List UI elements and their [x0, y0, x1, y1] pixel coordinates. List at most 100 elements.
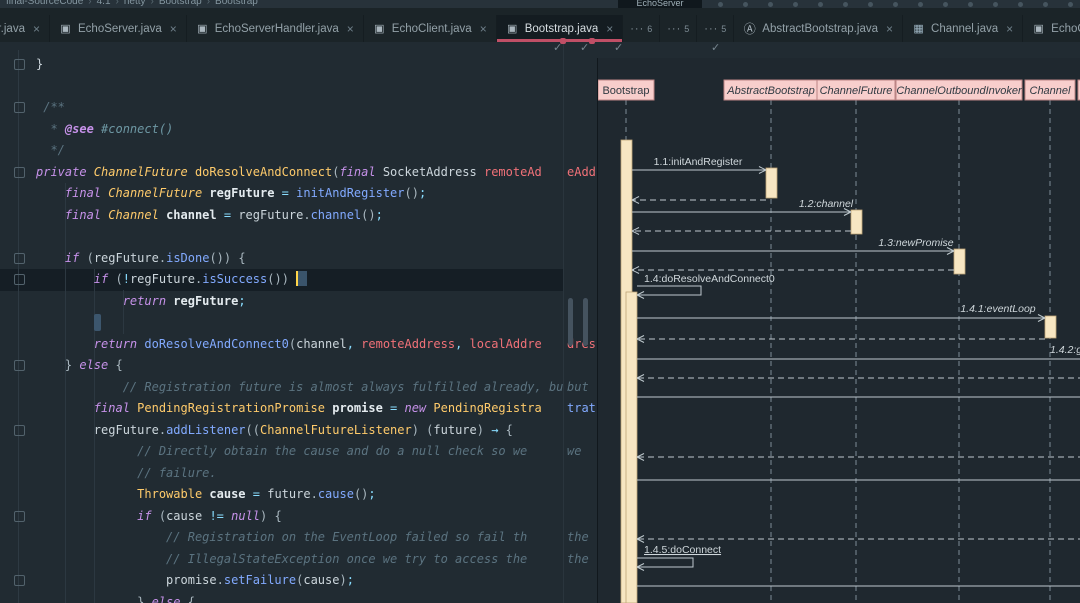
toolbar-icon[interactable]: [843, 2, 848, 7]
scrollbar-thumb[interactable]: [583, 298, 588, 346]
close-icon[interactable]: ×: [33, 22, 40, 36]
code-line: // Directly obtain the cause and do a nu…: [36, 441, 527, 463]
editor-pane[interactable]: } /** * @see #connect() */private Channe…: [0, 42, 563, 603]
participant-label[interactable]: ChannelOutboundInvoker: [896, 85, 1023, 97]
close-icon[interactable]: ×: [170, 22, 177, 36]
hidden-tab-count: 6: [647, 24, 652, 34]
tab-echoclient-java[interactable]: ▣EchoClient.java×: [364, 15, 497, 42]
toolbar-icon[interactable]: [818, 2, 823, 7]
code-line: */: [36, 140, 65, 162]
fold-icon[interactable]: [14, 253, 25, 264]
breadcrumb-item[interactable]: final-SourceCode: [6, 0, 83, 7]
activation-bar: [851, 210, 862, 234]
fold-icon[interactable]: [14, 59, 25, 70]
code-line: * @see #connect(): [36, 119, 173, 141]
participant-label[interactable]: Bootstrap: [602, 85, 649, 97]
hidden-tabs-indicator[interactable]: ···5: [660, 15, 697, 42]
breadcrumb[interactable]: final-SourceCode›4.1›netty›Bootstrap›Boo…: [6, 0, 258, 7]
code-line: return doResolveAndConnect0(channel, rem…: [36, 334, 542, 356]
toolbar-icon[interactable]: [868, 2, 873, 7]
toolbar-icon[interactable]: [1068, 2, 1073, 7]
code-line: if (cause != null) {: [36, 506, 282, 528]
participant-label[interactable]: Channel: [1030, 85, 1072, 97]
breadcrumb-item[interactable]: Bootstrap: [159, 0, 202, 7]
self-message[interactable]: [637, 286, 701, 295]
code-line: if (!regFuture.isSuccess()): [36, 269, 307, 291]
fold-icon[interactable]: [14, 274, 25, 285]
message-label[interactable]: 1.2:channel: [799, 198, 854, 210]
fold-icon[interactable]: [14, 511, 25, 522]
fold-icon[interactable]: [14, 102, 25, 113]
toolbar-icon[interactable]: [718, 2, 723, 7]
tab-label: EchoClientHandler.java: [1051, 23, 1080, 35]
message-label[interactable]: 1.3:newPromise: [878, 237, 953, 249]
close-icon[interactable]: ×: [886, 22, 893, 36]
class-file-icon: ▣: [506, 22, 519, 35]
code-line: if (regFuture.isDone()) {: [36, 248, 246, 270]
toolbar-icon[interactable]: [993, 2, 998, 7]
fold-icon[interactable]: [14, 167, 25, 178]
hidden-tab-count: 5: [721, 24, 726, 34]
interface-file-icon: ▦: [912, 22, 925, 35]
tab-label: EchoClient.java: [392, 23, 472, 35]
fold-icon[interactable]: [14, 425, 25, 436]
participant-label[interactable]: AbstractBootstrap: [726, 85, 814, 97]
breadcrumb-item[interactable]: Bootstrap: [215, 0, 258, 7]
code-line: // Registration on the EventLoop failed …: [36, 527, 527, 549]
close-icon[interactable]: ×: [347, 22, 354, 36]
tab-label: EchoServer.java: [78, 23, 162, 35]
code-line: } else {: [36, 592, 195, 603]
toolbar-icon[interactable]: [968, 2, 973, 7]
close-icon[interactable]: ×: [606, 22, 613, 36]
breadcrumb-item[interactable]: 4.1: [97, 0, 111, 7]
caret: [296, 271, 307, 286]
tab-echoserverhandler-java[interactable]: ▣EchoServerHandler.java×: [187, 15, 364, 42]
tab-channel-java[interactable]: ▦Channel.java×: [903, 15, 1023, 42]
ellipsis-icon: ···: [630, 23, 644, 35]
close-icon[interactable]: ×: [480, 22, 487, 36]
fold-icon[interactable]: [14, 360, 25, 371]
tab-label: Bootstrap.java: [525, 23, 599, 35]
code-line: final PendingRegistrationPromise promise…: [36, 398, 542, 420]
breadcrumb-item[interactable]: netty: [124, 0, 146, 7]
class-file-icon: ▣: [59, 22, 72, 35]
message-label[interactable]: 1.4.2:ge: [1050, 344, 1080, 356]
modified-tab-marker: [560, 38, 566, 44]
sequence-diagram-svg: 1.1:initAndRegister 1.2:channel 1.3:newPro…: [598, 58, 1080, 603]
tab-label: Handler.java: [0, 23, 25, 35]
code-line: final Channel channel = regFuture.channe…: [36, 205, 383, 227]
code-line: // Registration future is almost always …: [36, 377, 563, 399]
message-label[interactable]: 1.4:doResolveAndConnect0: [644, 273, 775, 285]
activation-bar: [1045, 316, 1056, 338]
scrollbar-thumb[interactable]: [568, 298, 573, 346]
tab-echoclienthandler-java[interactable]: ▣EchoClientHandler.java×: [1023, 15, 1080, 42]
message-label[interactable]: 1.1:initAndRegister: [654, 156, 743, 168]
participant-label[interactable]: ChannelFuture: [820, 85, 893, 97]
ghost-text-fragment: eAdd: [567, 162, 596, 184]
ide-window: final-SourceCode›4.1›netty›Bootstrap›Boo…: [0, 0, 1080, 603]
message-label[interactable]: 1.4.5:doConnect: [644, 544, 721, 556]
toolbar-icon[interactable]: [918, 2, 923, 7]
activation-bar: [766, 168, 777, 198]
toolbar-icon[interactable]: [793, 2, 798, 7]
message-label[interactable]: 1.4.1:eventLoop: [960, 303, 1035, 315]
sequence-diagram-panel[interactable]: 1.1:initAndRegister 1.2:channel 1.3:newPro…: [597, 58, 1080, 603]
toolbar-icon[interactable]: [1018, 2, 1023, 7]
hidden-tabs-indicator[interactable]: ···5: [697, 15, 734, 42]
fold-icon[interactable]: [14, 575, 25, 586]
code-line: final ChannelFuture regFuture = initAndR…: [36, 183, 426, 205]
tab-abstractbootstrap-java[interactable]: ⒶAbstractBootstrap.java×: [734, 15, 903, 42]
ghost-text-fragment: trat: [567, 398, 596, 420]
toolbar-icon[interactable]: [743, 2, 748, 7]
tab-echoserver-java[interactable]: ▣ EchoServer.java ×: [50, 15, 187, 42]
close-icon[interactable]: ×: [1006, 22, 1013, 36]
toolbar-icon[interactable]: [943, 2, 948, 7]
code-line: regFuture.addListener((ChannelFutureList…: [36, 420, 513, 442]
tab-handler-java[interactable]: Handler.java ×: [0, 15, 50, 42]
toolbar-icon[interactable]: [768, 2, 773, 7]
toolbar-icon[interactable]: [1043, 2, 1048, 7]
activation-bar: [954, 249, 965, 274]
toolbar-icon[interactable]: [893, 2, 898, 7]
self-message[interactable]: [637, 558, 693, 567]
hidden-tabs-indicator[interactable]: ···6: [623, 15, 660, 42]
